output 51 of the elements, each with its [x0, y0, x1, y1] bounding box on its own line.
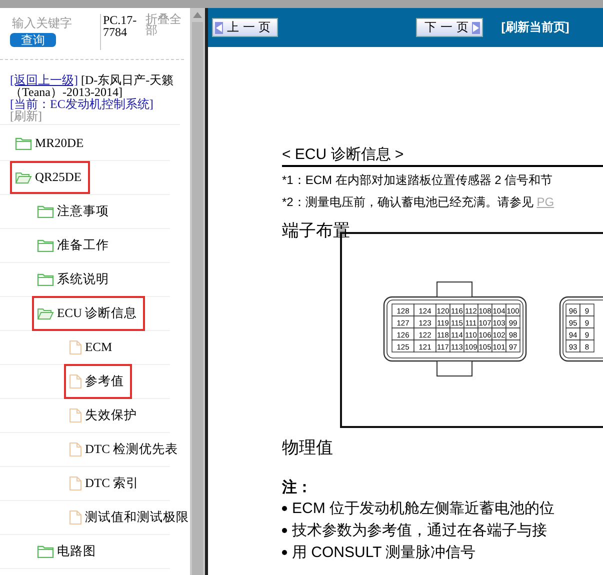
- tree-item[interactable]: 准备工作: [32, 228, 117, 263]
- section-title: < ECU 诊断信息 >: [282, 145, 603, 167]
- scrollbar[interactable]: [190, 8, 208, 575]
- right-arrow-icon: [472, 22, 480, 34]
- footnote: *2：测量电压前，确认蓄电池已经充满。请参见 PG: [282, 194, 556, 211]
- folder-icon: [15, 137, 32, 150]
- open-folder-icon: [37, 307, 54, 320]
- tree-item[interactable]: DTC 索引: [64, 466, 148, 501]
- bullet-icon: [282, 550, 287, 555]
- tree-item[interactable]: QR25DE: [10, 161, 90, 194]
- refresh-page-link[interactable]: [刷新当前页]: [501, 19, 570, 36]
- folder-icon: [37, 545, 54, 558]
- open-folder-icon: [15, 171, 32, 184]
- section-heading: 物理值: [282, 438, 334, 458]
- bullet-item: ECM 位于发动机舱左侧靠近蓄电池的位: [292, 499, 554, 519]
- tree-item[interactable]: 注意事项: [32, 194, 117, 229]
- folder-icon: [37, 273, 54, 286]
- file-icon: [69, 442, 82, 457]
- search-button[interactable]: 查询: [10, 33, 56, 47]
- current-section: [当前：EC发动机控制系统]: [10, 98, 174, 110]
- bullet-item: 用 CONSULT 测量脉冲信号: [292, 543, 476, 563]
- tree-item[interactable]: 系统说明: [32, 262, 117, 297]
- section-heading: 端子布置: [282, 221, 351, 241]
- breadcrumb-path: [返回上一级] [D-东风日产-天籁（Teana）-2013-2014]: [10, 74, 174, 98]
- footnote: *1：ECM 在内部对加速踏板位置传感器 2 信号和节: [282, 172, 554, 189]
- tree-item[interactable]: ECU 诊断信息: [32, 296, 146, 331]
- tree-item[interactable]: ECM: [64, 331, 120, 364]
- tree-item[interactable]: DTC 检测优先表: [64, 432, 186, 467]
- file-icon: [69, 476, 82, 491]
- bullet-icon: [282, 506, 287, 511]
- tree-item[interactable]: 测试值和测试极限: [64, 500, 190, 535]
- file-icon: [69, 510, 82, 525]
- left-arrow-icon: [215, 22, 223, 34]
- previous-page-button[interactable]: 上 一 页: [212, 18, 278, 37]
- back-link[interactable]: [返回上一级]: [10, 73, 78, 87]
- note-label: 注：: [282, 478, 313, 497]
- refresh-link[interactable]: [刷新]: [10, 110, 174, 122]
- bullet-icon: [282, 528, 287, 533]
- folder-icon: [37, 239, 54, 252]
- file-icon: [69, 408, 82, 423]
- tree-item[interactable]: 失效保护: [64, 398, 145, 433]
- file-icon: [69, 340, 82, 355]
- bullet-item: 技术参数为参考值，通过在各端子与接: [292, 521, 547, 541]
- folder-icon: [37, 205, 54, 218]
- tree-item[interactable]: MR20DE: [10, 127, 92, 160]
- file-icon: [69, 374, 82, 389]
- scroll-up-icon[interactable]: [193, 12, 202, 18]
- next-page-button[interactable]: 下 一 页: [416, 18, 484, 37]
- tree-item[interactable]: 参考值: [64, 364, 132, 399]
- tree-item[interactable]: 电路图: [32, 534, 104, 569]
- document-code: PC.17-7784: [100, 14, 142, 50]
